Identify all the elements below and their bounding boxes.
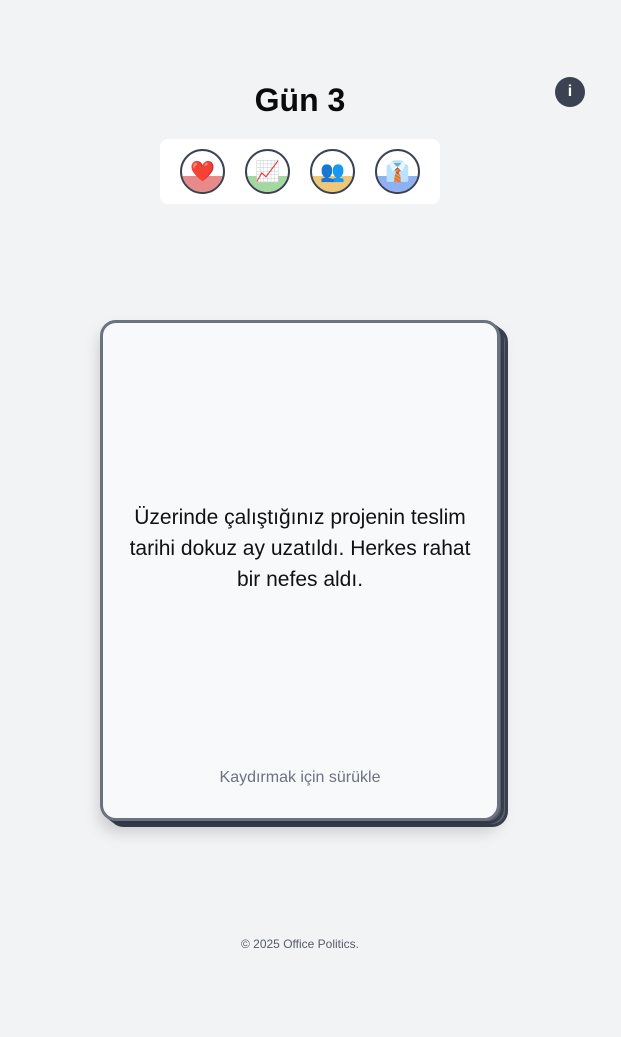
event-card[interactable]: Üzerinde çalıştığınız projenin teslim ta… [100,320,500,821]
day-title: Gün 3 [254,82,346,118]
stat-management: 👔 [375,149,420,194]
stat-performance: 📈 [245,149,290,194]
swipe-hint: Kaydırmak için sürükle [219,769,381,786]
card-text: Üzerinde çalıştığınız projenin teslim ta… [129,506,471,591]
stat-relationships: 👥 [310,149,355,194]
chart-increasing-icon: 📈 [255,159,280,183]
stat-health: ❤️ [180,149,225,194]
footer-copyright: © 2025 Office Politics. [240,937,359,951]
people-icon: 👥 [320,159,345,183]
info-button[interactable]: i [555,77,585,107]
stats-panel: ❤️ 📈 👥 👔 [160,139,440,204]
business-suit-icon: 👔 [385,159,410,183]
heart-icon: ❤️ [190,159,215,183]
